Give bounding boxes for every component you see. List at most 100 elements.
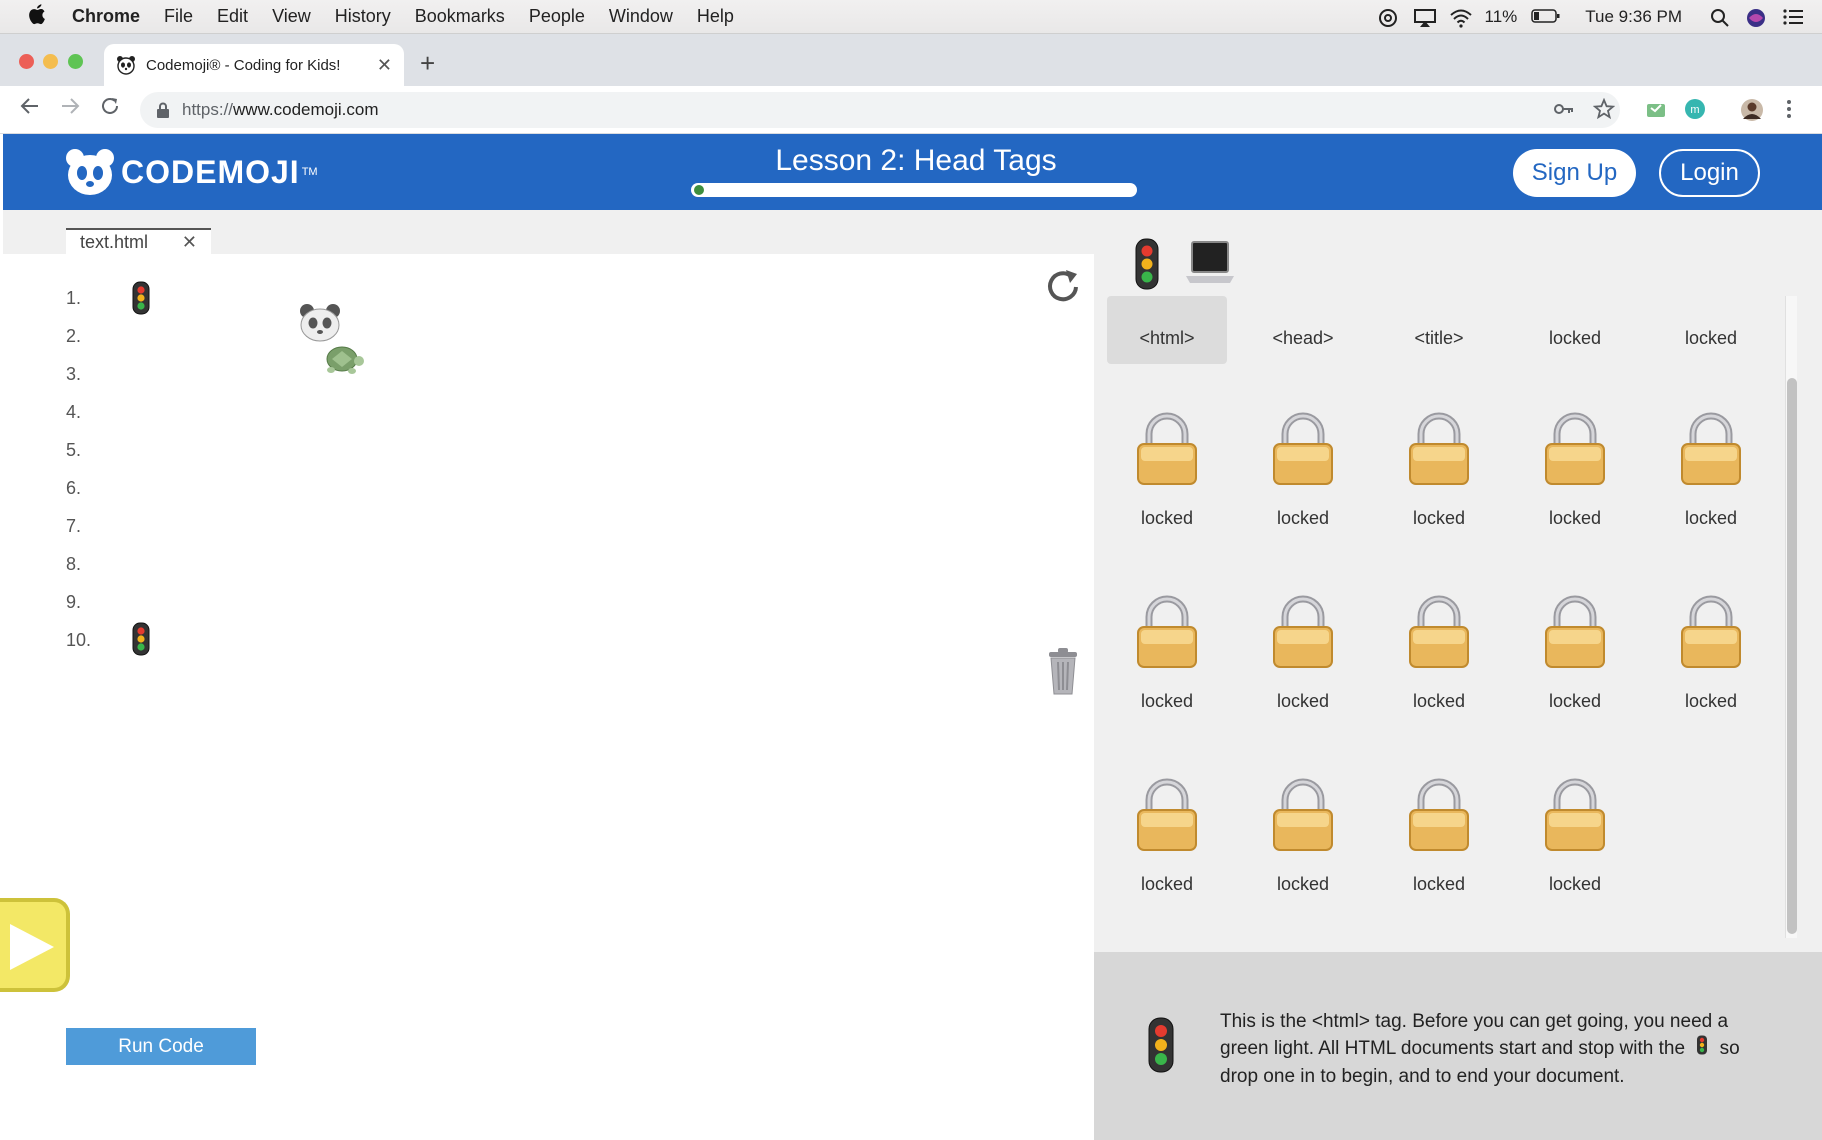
palette-tile-label: locked <box>1684 508 1738 528</box>
padlock-icon <box>1135 412 1199 491</box>
padlock-icon <box>1407 412 1471 491</box>
menu-view[interactable]: View <box>272 6 311 27</box>
palette-tile[interactable]: <title> <box>1379 296 1499 364</box>
info-panel: This is the <html> tag. Before you can g… <box>1094 952 1822 1140</box>
wifi-icon[interactable] <box>1449 8 1472 28</box>
palette-tile-locked: locked <box>1515 404 1635 554</box>
notification-center-icon[interactable] <box>1782 8 1804 26</box>
tab-close-icon[interactable]: ✕ <box>377 55 392 76</box>
svg-text:m: m <box>1690 104 1699 116</box>
address-bar[interactable]: https:// www.codemoji.com <box>140 92 1620 128</box>
macos-menubar: Chrome File Edit View History Bookmarks … <box>0 0 1822 34</box>
extension-m-icon[interactable]: m <box>1684 98 1708 122</box>
airplay-icon[interactable] <box>1413 8 1436 27</box>
reset-code-icon[interactable] <box>1043 266 1083 306</box>
info-line-3: drop one in to begin, and to end your do… <box>1220 1066 1625 1087</box>
login-button[interactable]: Login <box>1659 149 1760 197</box>
url-scheme: https:// <box>182 100 234 119</box>
profile-avatar[interactable] <box>1740 98 1764 122</box>
palette-tile-locked: locked <box>1651 587 1771 737</box>
window-zoom-button[interactable] <box>68 54 83 69</box>
palette-tile-locked: locked <box>1515 296 1635 364</box>
browser-tab-codemoji[interactable]: Codemoji® - Coding for Kids! ✕ <box>104 44 404 86</box>
battery-icon[interactable] <box>1531 8 1561 26</box>
palette-tile-locked: locked <box>1515 587 1635 737</box>
palette-scrollbar-thumb[interactable] <box>1787 378 1797 934</box>
padlock-icon <box>1135 595 1199 674</box>
window-close-button[interactable] <box>19 54 34 69</box>
menu-history[interactable]: History <box>335 6 391 27</box>
palette-tile-label: locked <box>1412 874 1466 894</box>
sign-up-button[interactable]: Sign Up <box>1513 149 1636 197</box>
laptop-category-icon[interactable] <box>1186 240 1234 289</box>
palette-scrollbar[interactable] <box>1785 296 1797 938</box>
window-minimize-button[interactable] <box>43 54 58 69</box>
run-code-button[interactable]: Run Code <box>66 1028 256 1065</box>
menu-people[interactable]: People <box>529 6 585 27</box>
palette-tile-label: locked <box>1412 508 1466 528</box>
new-tab-button[interactable]: + <box>420 48 435 79</box>
padlock-icon <box>1135 778 1199 857</box>
back-arrow-icon[interactable] <box>20 96 40 122</box>
siri-icon[interactable] <box>1746 8 1768 27</box>
battery-percent: 11% <box>1484 7 1518 26</box>
reload-icon[interactable] <box>100 96 120 122</box>
file-tab[interactable]: text.html ✕ <box>66 228 211 254</box>
palette-tile-locked: locked <box>1379 587 1499 737</box>
apple-menu-icon[interactable] <box>26 3 50 31</box>
palette-tile-label: locked <box>1548 691 1602 711</box>
palette-tile-label: locked <box>1684 328 1738 348</box>
file-tab-close-icon[interactable]: ✕ <box>182 232 197 253</box>
line-number: 3. <box>66 364 82 384</box>
line-number: 10. <box>66 630 92 650</box>
padlock-icon <box>1271 778 1335 857</box>
code-editor <box>3 210 1094 1140</box>
menu-help[interactable]: Help <box>697 6 734 27</box>
palette-tile-label: locked <box>1140 508 1194 528</box>
palette-tile-label: <html> <box>1139 328 1195 348</box>
menu-bookmarks[interactable]: Bookmarks <box>415 6 505 27</box>
padlock-icon <box>1679 595 1743 674</box>
play-button[interactable] <box>0 898 70 992</box>
traffic-light-info-icon <box>1146 1017 1176 1078</box>
menu-window[interactable]: Window <box>609 6 673 27</box>
palette-tile-label: locked <box>1684 691 1738 711</box>
codemoji-logo[interactable]: CODEMOJI TM <box>65 148 318 196</box>
play-triangle-icon <box>10 924 54 970</box>
palette-tile-label: locked <box>1548 874 1602 894</box>
chrome-menu-icon[interactable] <box>1786 98 1810 122</box>
forward-arrow-icon[interactable] <box>60 96 80 122</box>
bookmark-star-icon[interactable] <box>1592 97 1617 122</box>
palette-tile-locked: locked <box>1243 587 1363 737</box>
password-key-icon[interactable] <box>1553 98 1577 122</box>
trash-can-icon[interactable] <box>1047 648 1079 696</box>
palette-tile-label: locked <box>1140 874 1194 894</box>
palette-tile-locked: locked <box>1107 587 1227 737</box>
info-line-2b: so <box>1719 1038 1740 1060</box>
menubar-clock[interactable]: Tue 9:36 PM <box>1585 7 1682 27</box>
palette-tile-locked: locked <box>1379 404 1499 554</box>
traffic-light-line-1-icon[interactable] <box>131 281 151 315</box>
line-number: 5. <box>66 440 82 460</box>
menu-file[interactable]: File <box>164 6 193 27</box>
creative-cloud-icon[interactable] <box>1377 8 1399 27</box>
padlock-icon <box>1271 412 1335 491</box>
spotlight-search-icon[interactable] <box>1710 8 1732 27</box>
palette-tile-locked: locked <box>1651 296 1771 364</box>
palette-tile[interactable]: <html> <box>1107 296 1227 364</box>
extension-inbox-icon[interactable] <box>1645 98 1669 122</box>
palette-tile[interactable]: <head> <box>1243 296 1363 364</box>
lock-icon[interactable] <box>156 102 170 118</box>
line-number: 4. <box>66 402 82 422</box>
lesson-title: Lesson 2: Head Tags <box>775 144 1057 177</box>
lesson-progress-fill <box>694 185 704 195</box>
browser-toolbar: https:// www.codemoji.com m <box>0 86 1822 134</box>
turtle-mascot-icon <box>322 337 366 382</box>
menu-edit[interactable]: Edit <box>217 6 248 27</box>
traffic-light-line-10-icon[interactable] <box>131 622 151 656</box>
palette-tile-label: locked <box>1548 508 1602 528</box>
menu-app-name[interactable]: Chrome <box>72 6 140 27</box>
brand-trademark: TM <box>301 166 318 178</box>
traffic-light-category-icon[interactable] <box>1133 238 1161 295</box>
inline-traffic-light-icon <box>1696 1035 1708 1063</box>
